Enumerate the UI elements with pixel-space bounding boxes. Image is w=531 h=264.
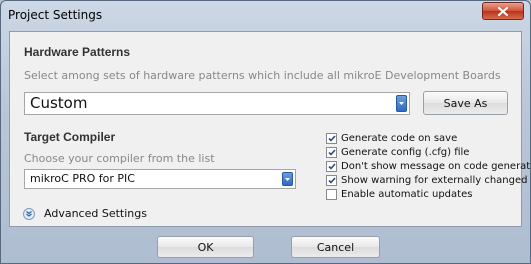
save-as-button[interactable]: Save As bbox=[423, 91, 508, 115]
compiler-select[interactable]: mikroC PRO for PIC bbox=[24, 169, 296, 189]
hardware-patterns-heading: Hardware Patterns bbox=[24, 45, 131, 59]
option-label: Generate code on save bbox=[341, 132, 458, 144]
cancel-button[interactable]: Cancel bbox=[291, 236, 380, 258]
ok-button[interactable]: OK bbox=[157, 236, 254, 258]
option-generate-config[interactable]: Generate config (.cfg) file bbox=[326, 145, 469, 159]
close-button[interactable] bbox=[482, 2, 524, 20]
option-label: Generate config (.cfg) file bbox=[341, 146, 470, 158]
option-label: Enable automatic updates bbox=[341, 188, 473, 200]
target-compiler-heading: Target Compiler bbox=[24, 130, 116, 144]
checkbox[interactable] bbox=[326, 132, 337, 144]
hardware-patterns-hint: Select among sets of hardware patterns w… bbox=[24, 69, 501, 82]
checkmark-icon bbox=[327, 148, 336, 156]
chevron-down-icon[interactable] bbox=[282, 172, 293, 186]
checkbox[interactable] bbox=[326, 174, 337, 186]
target-compiler-hint: Choose your compiler from the list bbox=[24, 152, 215, 165]
hardware-pattern-select[interactable]: Custom bbox=[24, 92, 410, 115]
checkmark-icon bbox=[327, 162, 336, 170]
checkbox[interactable] bbox=[326, 146, 337, 158]
title-bar[interactable]: Project Settings bbox=[1, 1, 530, 29]
double-chevron-down-icon[interactable] bbox=[23, 207, 35, 220]
option-automatic-updates[interactable]: Enable automatic updates bbox=[326, 187, 472, 201]
window-title: Project Settings bbox=[8, 8, 103, 22]
project-settings-window: Project Settings Hardware Patterns Selec… bbox=[0, 0, 531, 264]
settings-panel: Hardware Patterns Select among sets of h… bbox=[9, 31, 530, 227]
option-label: Don't show message on code generation bbox=[341, 160, 531, 172]
compiler-value: mikroC PRO for PIC bbox=[30, 172, 135, 185]
hardware-pattern-value: Custom bbox=[30, 94, 88, 112]
option-generate-on-save[interactable]: Generate code on save bbox=[326, 131, 457, 145]
chevron-down-icon[interactable] bbox=[396, 95, 407, 112]
checkmark-icon bbox=[327, 134, 336, 142]
close-icon bbox=[498, 6, 508, 16]
advanced-settings-label: Advanced Settings bbox=[44, 207, 147, 220]
checkmark-icon bbox=[327, 176, 336, 184]
option-warn-external-changes[interactable]: Show warning for externally changed file… bbox=[326, 173, 531, 187]
option-label: Show warning for externally changed file… bbox=[341, 174, 531, 186]
checkbox[interactable] bbox=[326, 188, 337, 200]
advanced-settings-toggle[interactable]: Advanced Settings bbox=[23, 207, 147, 220]
option-no-codegen-message[interactable]: Don't show message on code generation bbox=[326, 159, 531, 173]
checkbox[interactable] bbox=[326, 160, 337, 172]
